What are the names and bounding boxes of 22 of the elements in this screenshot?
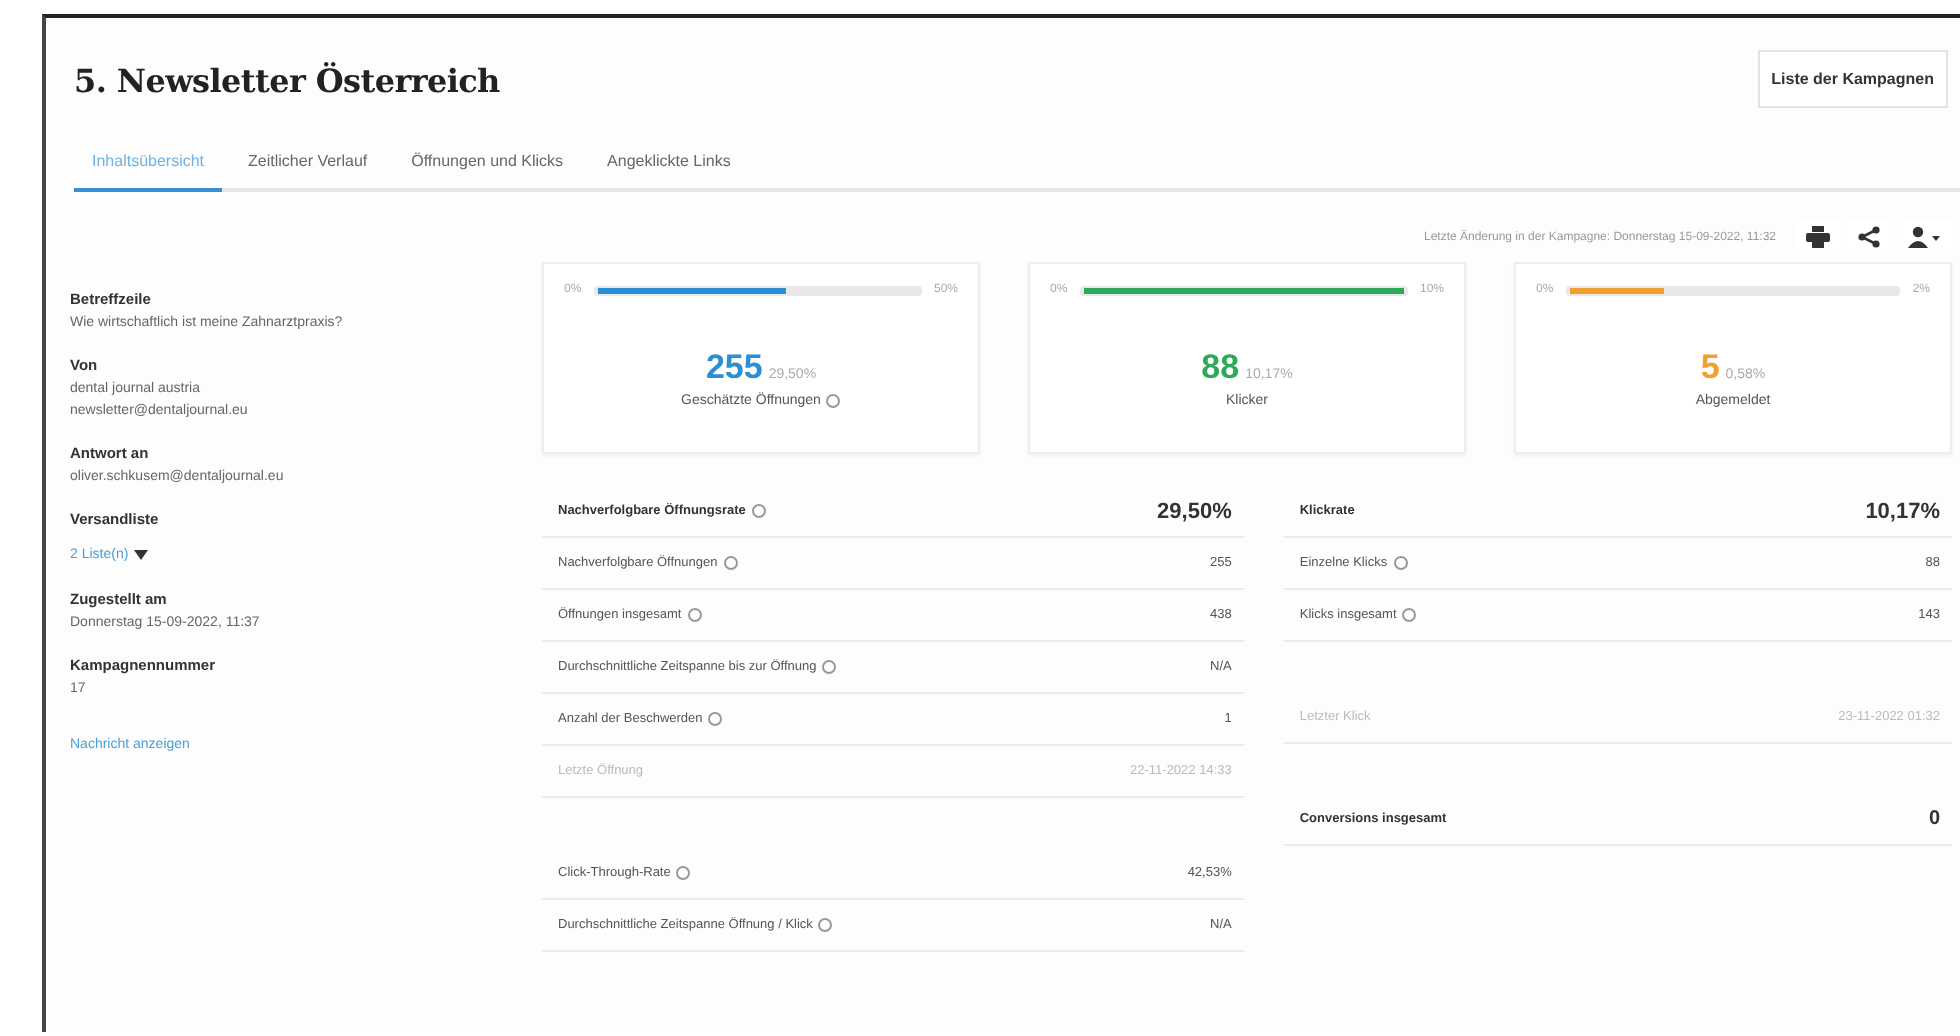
metric-count: 255 [705,348,763,386]
campaign-list-button[interactable]: Liste der Kampagnen [1757,50,1948,108]
stat-value: 10,17% [1865,499,1940,523]
stat-value: 0 [1928,808,1940,830]
info-icon[interactable] [1393,556,1408,570]
caret-icon [134,550,149,560]
info-icon[interactable] [826,394,841,408]
page-title: 5. Newsletter Österreich [74,62,500,100]
stat-value: 29,50% [1157,499,1232,523]
info-icon[interactable] [822,660,837,674]
tab[interactable]: Zeitlicher Verlauf [230,136,386,192]
tab[interactable]: Angeklickte Links [589,136,749,192]
metric-count: 88 [1201,348,1240,386]
info-icon[interactable] [687,608,702,622]
info-icon[interactable] [708,712,723,726]
info-icon[interactable] [1402,608,1417,622]
info-icon[interactable] [818,918,833,932]
metric-count: 5 [1700,348,1720,386]
tab[interactable]: Öffnungen und Klicks [393,136,582,192]
info-icon[interactable] [676,866,691,880]
info-icon[interactable] [751,504,766,518]
info-icon[interactable] [723,556,738,570]
